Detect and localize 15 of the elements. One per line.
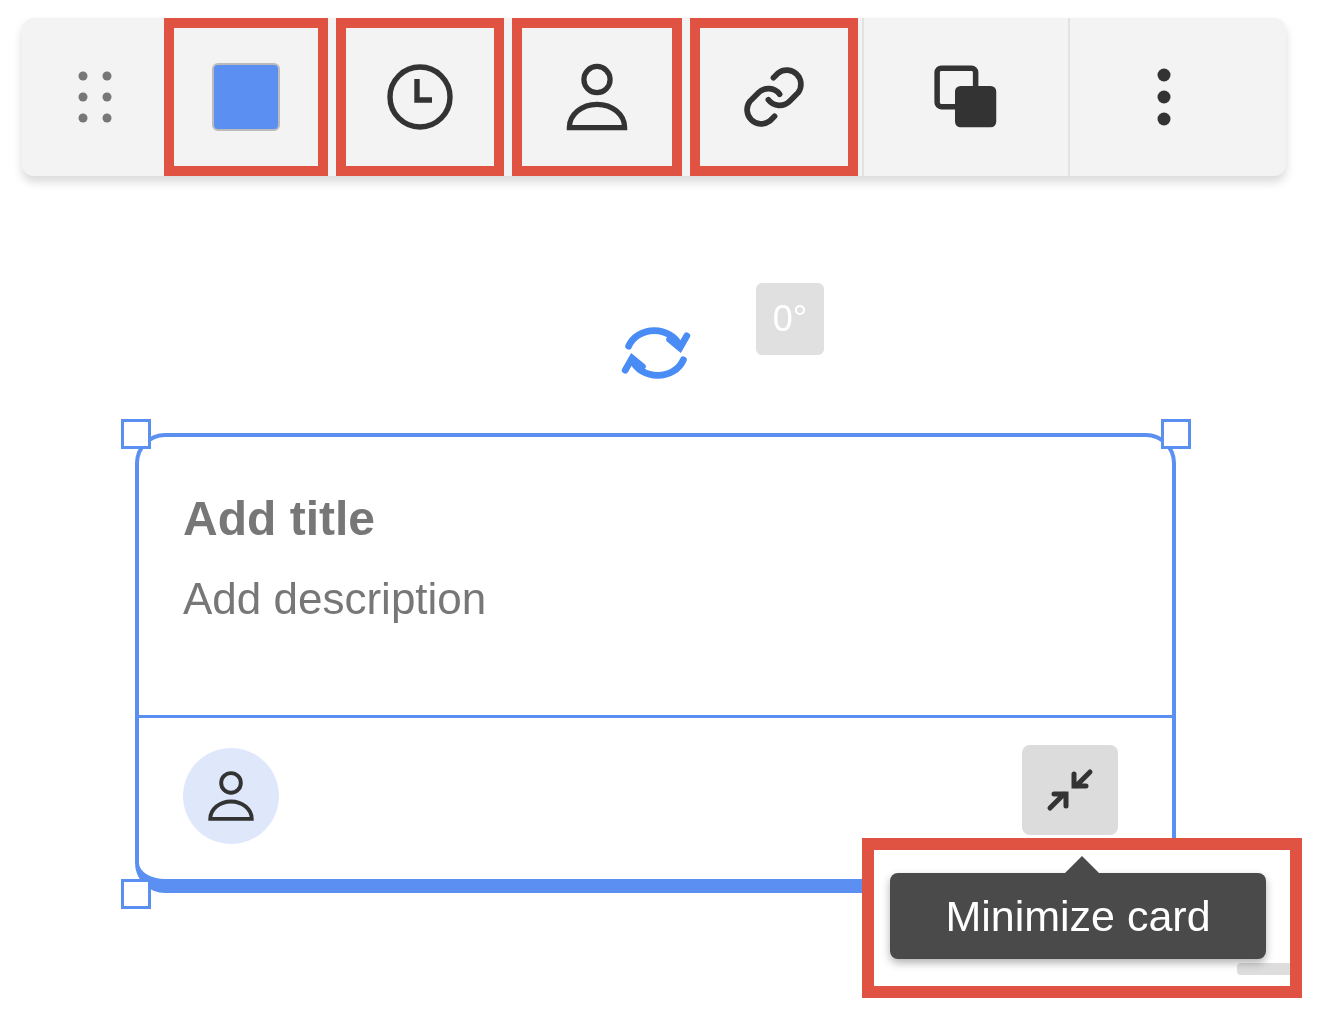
title-field[interactable]: Add title: [183, 495, 1128, 543]
person-icon[interactable]: [565, 61, 629, 133]
handle[interactable]: [121, 879, 151, 909]
more-icon[interactable]: [1157, 68, 1171, 126]
color-swatch[interactable]: [212, 63, 280, 131]
handle[interactable]: [121, 419, 151, 449]
scroll-thumb[interactable]: [1237, 963, 1290, 975]
minimize-button[interactable]: [1022, 745, 1118, 835]
person-icon: [207, 769, 255, 823]
clock-icon[interactable]: [384, 61, 456, 133]
tooltip-text: Minimize card: [945, 890, 1211, 942]
drag-handle-icon[interactable]: [78, 71, 112, 123]
description-field[interactable]: Add description: [183, 577, 1128, 621]
handle[interactable]: [1161, 419, 1191, 449]
minimize-icon: [1046, 768, 1094, 812]
